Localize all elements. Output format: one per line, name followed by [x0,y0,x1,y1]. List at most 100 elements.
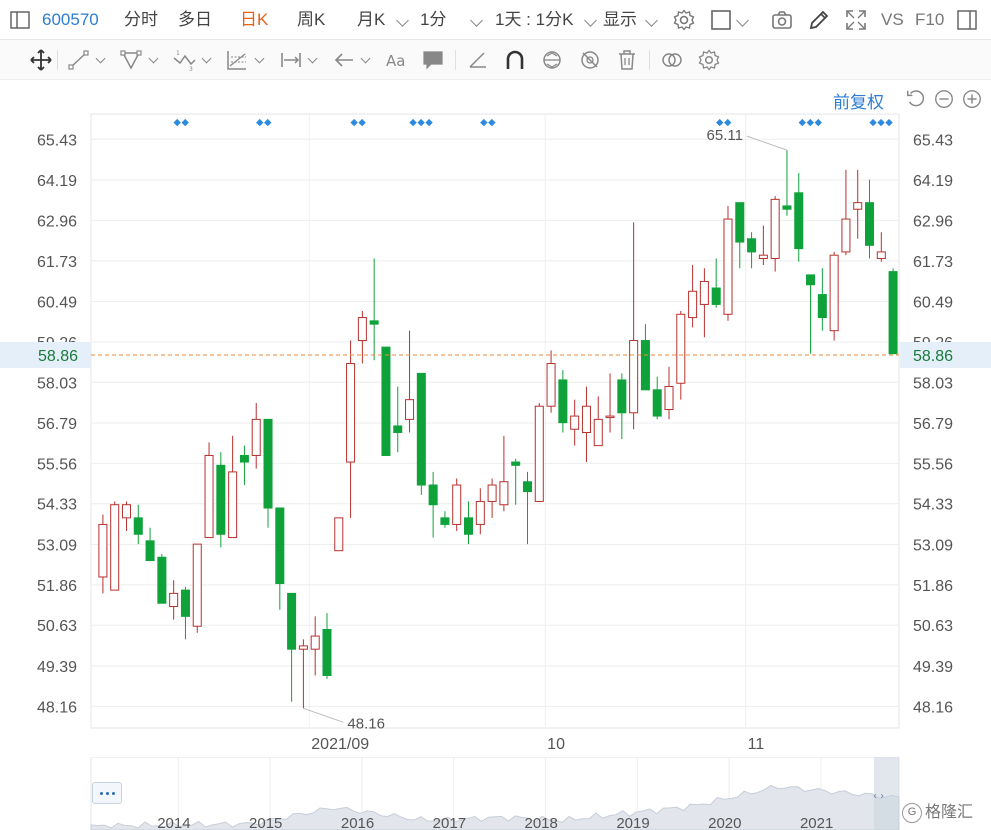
candle-body[interactable] [251,418,261,456]
kline-chart-area[interactable]: 前复权 65.4364.1962.9661.7360.4959.2658.035… [0,80,991,830]
pencil-icon[interactable] [807,8,831,32]
candle-body[interactable] [452,484,462,525]
candle-body[interactable] [888,271,898,355]
polygon-icon[interactable] [119,48,143,72]
interval-select[interactable]: 1天 : 1分K [495,0,573,40]
candle-body[interactable] [346,363,356,463]
candle-body[interactable] [558,379,568,424]
candle-body[interactable] [275,507,285,585]
vs-compare-button[interactable]: VS [881,0,904,40]
range-measure-icon[interactable] [279,48,303,72]
candle-body[interactable] [180,589,190,617]
stock-code[interactable]: 600570 [42,0,99,40]
drawing-settings-gear-icon[interactable] [697,48,721,72]
display-menu[interactable]: 显示 [603,0,637,40]
candle-body[interactable] [511,461,521,466]
candle-body[interactable] [204,454,214,539]
overlay-compare-icon[interactable] [660,48,684,72]
candle-body[interactable] [841,218,851,253]
candle-body[interactable] [357,317,367,342]
tab-multi-day[interactable]: 多日 [178,0,212,40]
candle-body[interactable] [570,415,580,430]
frame-square-icon[interactable] [709,8,733,32]
eraser-angle-icon[interactable] [466,48,490,72]
sidebar-toggle-icon[interactable] [8,8,32,32]
candle-body[interactable] [263,418,273,509]
candle-body[interactable] [322,628,332,676]
camera-icon[interactable] [770,8,794,32]
candle-body[interactable] [853,202,863,210]
candle-body[interactable] [121,504,131,519]
candle-body[interactable] [629,340,639,414]
candle-body[interactable] [770,198,780,259]
candle-body[interactable] [464,517,474,535]
candle-body[interactable] [640,340,650,391]
chevron-down-icon[interactable] [470,14,483,27]
candle-body[interactable] [228,471,238,539]
candle-body[interactable] [664,386,674,411]
more-indicators-button[interactable] [92,782,122,804]
candle-body[interactable] [617,379,627,414]
candle-body[interactable] [652,389,662,417]
tab-weekly-k[interactable]: 周K [297,0,325,40]
tab-intraday[interactable]: 分时 [124,0,158,40]
candle-body[interactable] [428,484,438,506]
candle-body[interactable] [405,399,415,420]
candle-body[interactable] [157,556,167,604]
candle-body[interactable] [546,363,556,407]
chevron-down-icon[interactable] [307,53,318,64]
chevron-down-icon[interactable] [360,53,371,64]
chevron-down-icon[interactable] [645,14,658,27]
candle-body[interactable] [747,238,757,253]
candle-body[interactable] [794,192,804,250]
candle-body[interactable] [298,645,308,650]
candle-body[interactable] [192,543,202,627]
candle-body[interactable] [110,504,120,591]
chevron-down-icon[interactable] [736,14,749,27]
chevron-down-icon[interactable] [201,53,212,64]
trash-icon[interactable] [615,48,639,72]
candle-body[interactable] [499,481,509,506]
chevron-down-icon[interactable] [254,53,265,64]
candle-body[interactable] [711,287,721,305]
candle-body[interactable] [145,540,155,562]
overview-svg[interactable]: ‹ › 2014 2015 2016 2017 2018 2019 2020 2021 [0,756,991,830]
candle-body[interactable] [98,523,108,578]
candle-body[interactable] [522,481,532,493]
candle-body[interactable] [334,517,344,552]
wave-pattern-icon[interactable]: 1 3 [172,48,196,72]
candle-body[interactable] [688,290,698,319]
candle-body[interactable] [829,254,839,332]
candle-body[interactable] [676,313,686,384]
comment-icon[interactable] [421,48,445,72]
candle-body[interactable] [381,346,391,456]
text-tool-icon[interactable]: Aa [385,48,409,72]
fullscreen-icon[interactable] [844,8,868,32]
candle-body[interactable] [239,454,249,463]
chevron-down-icon[interactable] [584,14,597,27]
tab-monthly-k[interactable]: 月K [357,0,385,40]
arrow-left-icon[interactable] [332,48,356,72]
candle-body[interactable] [581,405,591,433]
f10-button[interactable]: F10 [915,0,944,40]
chevron-down-icon[interactable] [148,53,159,64]
candle-body[interactable] [534,405,544,502]
candle-body[interactable] [133,517,143,535]
candle-body[interactable] [758,254,768,259]
chevron-down-icon[interactable] [396,14,409,27]
panel-toggle-icon[interactable] [955,8,979,32]
candle-body[interactable] [475,500,485,525]
magnet-icon[interactable] [503,48,527,72]
gear-icon[interactable] [672,8,696,32]
kline-svg[interactable]: 65.4364.1962.9661.7360.4959.2658.0356.79… [0,80,991,757]
candle-body[interactable] [865,202,875,246]
candle-body[interactable] [876,251,886,259]
candle-body[interactable] [310,635,320,650]
candle-body[interactable] [723,218,733,315]
candle-body[interactable] [487,484,497,502]
candle-body[interactable] [216,464,226,535]
candle-body[interactable] [393,425,403,433]
candle-body[interactable] [699,280,709,305]
fibonacci-icon[interactable] [225,48,249,72]
hide-drawings-icon[interactable] [578,48,602,72]
